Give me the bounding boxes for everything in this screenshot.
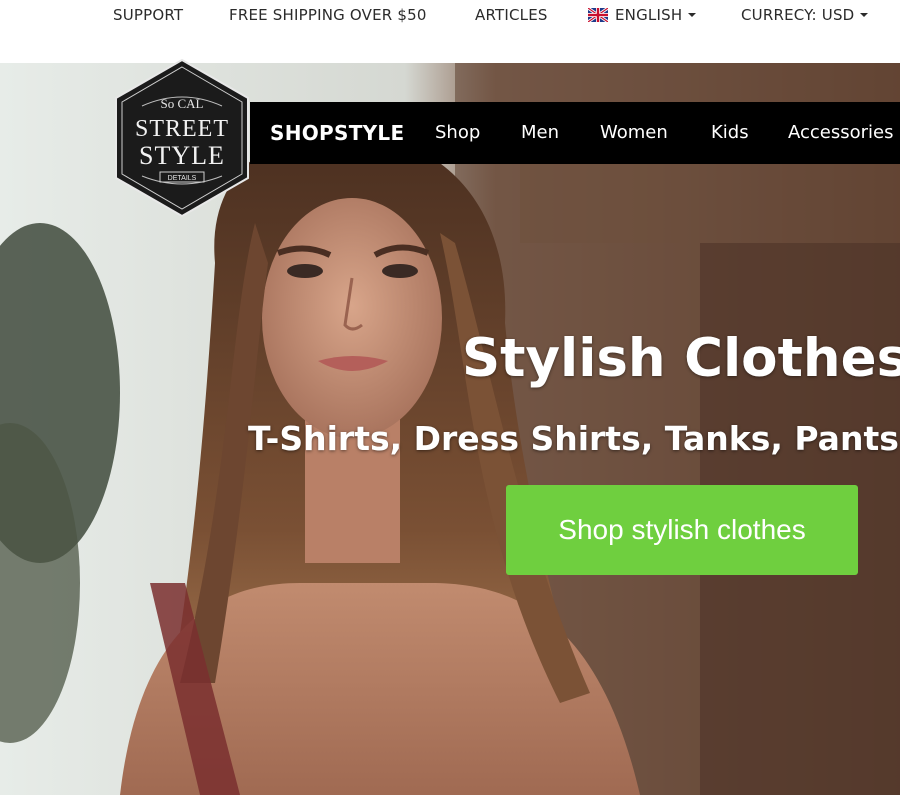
nav-item-shop[interactable]: Shop	[435, 122, 480, 143]
articles-link[interactable]: ARTICLES	[475, 6, 548, 24]
currency-label: CURRECY: USD	[741, 6, 855, 24]
logo-line-1: So CAL	[161, 96, 204, 111]
support-link[interactable]: SUPPORT	[113, 6, 183, 24]
hero-headline: Stylish Clothes	[462, 328, 900, 389]
main-nav-bar: SHOPSTYLE Shop Men Women Kids Accessorie…	[250, 102, 900, 164]
nav-item-women[interactable]: Women	[600, 122, 668, 143]
caret-down-icon	[860, 13, 869, 17]
language-label: ENGLISH	[615, 6, 683, 24]
nav-item-men[interactable]: Men	[521, 122, 559, 143]
shop-stylish-clothes-button[interactable]: Shop stylish clothes	[506, 485, 858, 575]
caret-down-icon	[688, 13, 697, 17]
logo-line-2: STREET	[135, 116, 229, 142]
nav-item-accessories[interactable]: Accessories	[788, 122, 894, 143]
nav-item-kids[interactable]: Kids	[711, 122, 749, 143]
brand-link[interactable]: SHOPSTYLE	[270, 121, 404, 145]
currency-dropdown[interactable]: CURRECY: USD	[741, 6, 869, 24]
socal-street-style-logo[interactable]: So CAL STREET STYLE DETAILS	[112, 58, 252, 218]
top-utility-bar: SUPPORT FREE SHIPPING OVER $50 ARTICLES …	[0, 0, 900, 62]
free-shipping-link[interactable]: FREE SHIPPING OVER $50	[229, 6, 427, 24]
hero-subheadline: T-Shirts, Dress Shirts, Tanks, Pants	[248, 419, 899, 458]
language-dropdown[interactable]: ENGLISH	[588, 6, 697, 24]
uk-flag-icon	[588, 8, 608, 22]
logo-line-4: DETAILS	[168, 175, 197, 182]
logo-line-3: STYLE	[139, 141, 225, 170]
